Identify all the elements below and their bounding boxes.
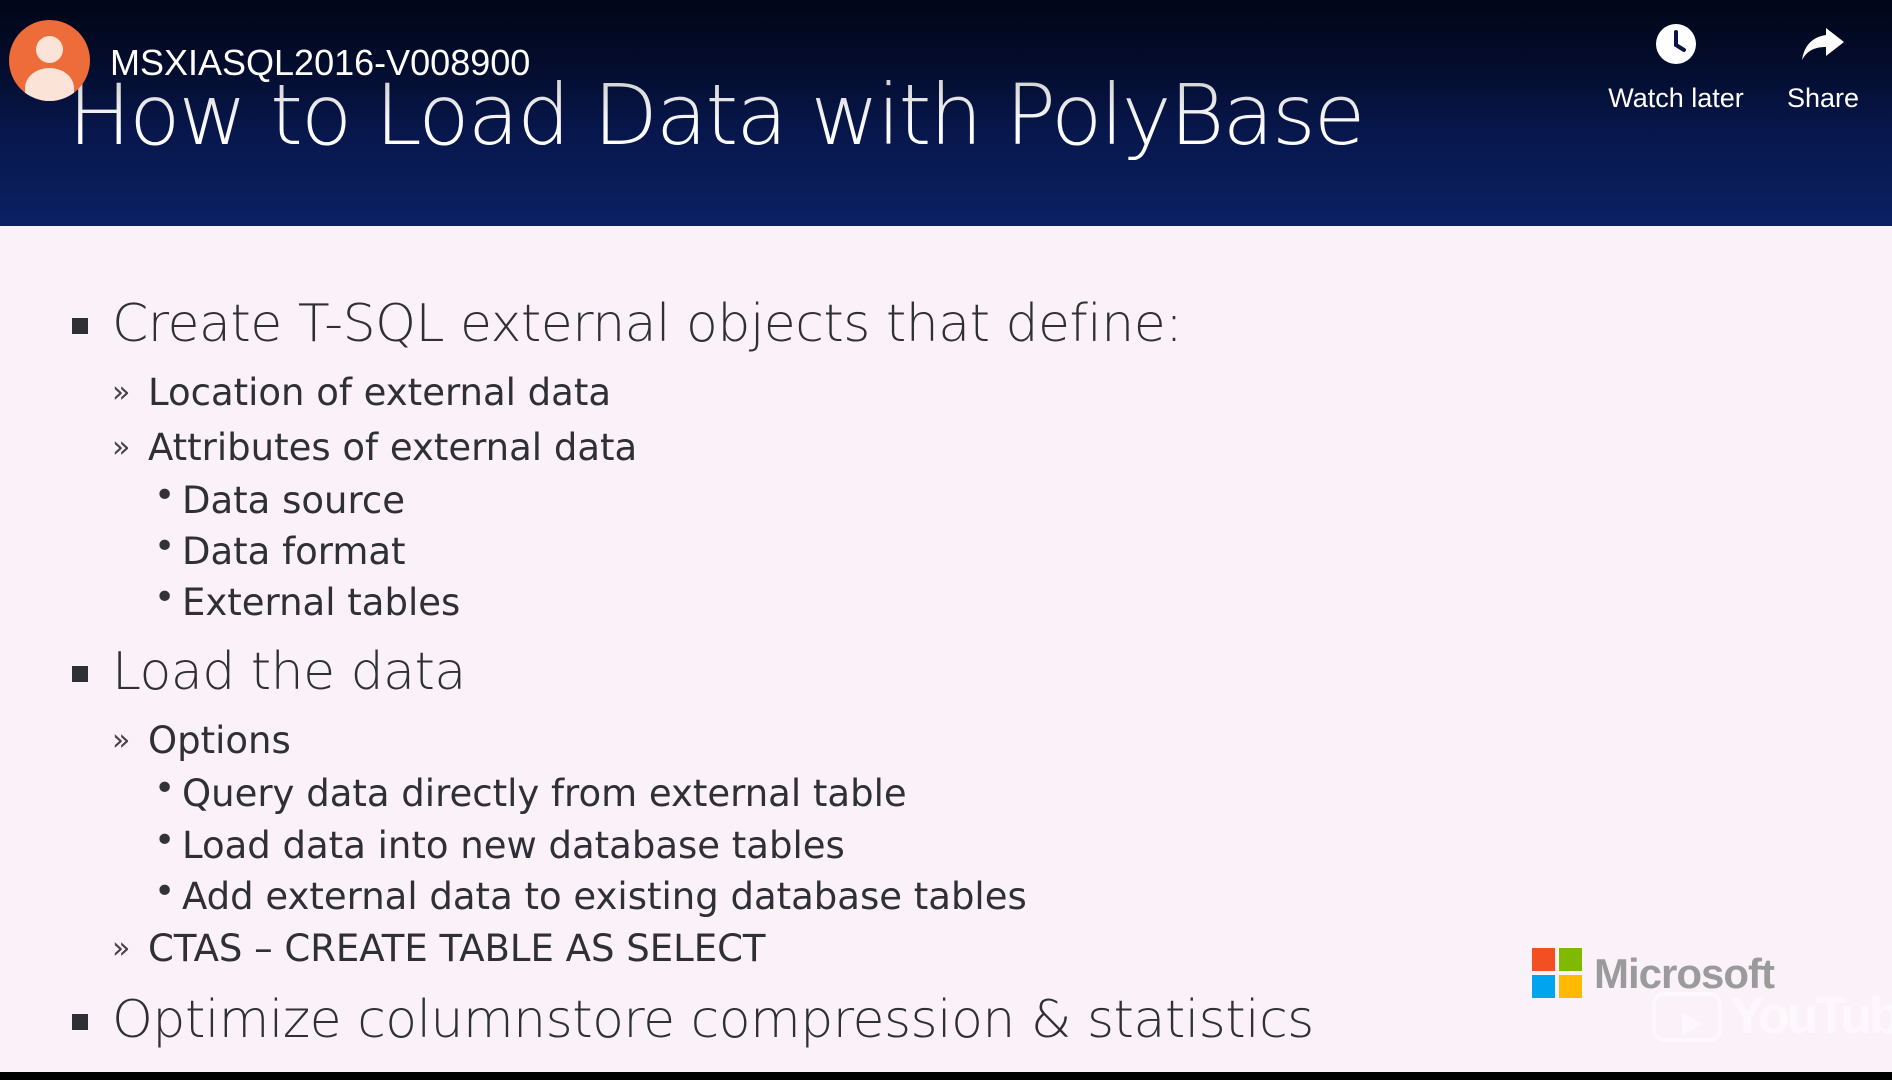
slide-body: Create T-SQL external objects that defin… xyxy=(0,226,1892,1072)
bullet-level3: • Add external data to existing database… xyxy=(154,871,1027,918)
double-chevron-bullet-icon: » xyxy=(112,375,131,410)
double-chevron-bullet-icon: » xyxy=(112,931,131,966)
double-chevron-bullet-icon: » xyxy=(112,430,131,465)
video-player[interactable]: How to Load Data with PolyBase Create T-… xyxy=(0,0,1892,1072)
video-title-link[interactable]: MSXIASQL2016-V008900 xyxy=(110,42,530,84)
channel-avatar[interactable] xyxy=(9,20,90,101)
dot-bullet-icon: • xyxy=(154,526,176,567)
player-bottom-strip xyxy=(0,1072,1892,1080)
bullet-level3: • Data format xyxy=(154,526,406,573)
bullet-level2: » Location of external data xyxy=(112,371,612,414)
microsoft-logo-icon xyxy=(1532,948,1582,998)
bullet-level3: • Data source xyxy=(154,475,405,522)
watch-later-button[interactable]: Watch later xyxy=(1603,22,1749,114)
bullet-level2: » Attributes of external data xyxy=(112,426,638,469)
bullet-level2: » CTAS – CREATE TABLE AS SELECT xyxy=(112,927,766,970)
youtube-watermark[interactable]: YouTube xyxy=(1652,987,1892,1045)
logo-square xyxy=(1532,948,1555,971)
user-avatar-icon xyxy=(36,36,63,63)
youtube-wordmark: YouTube xyxy=(1730,987,1892,1045)
logo-square xyxy=(1532,975,1555,998)
youtube-play-icon xyxy=(1652,992,1722,1042)
bullet-level3: • Load data into new database tables xyxy=(154,820,845,867)
bullet-level3: • External tables xyxy=(154,577,461,624)
square-bullet-icon xyxy=(72,1014,88,1030)
logo-square xyxy=(1559,975,1582,998)
bullet-level3: • Query data directly from external tabl… xyxy=(154,768,907,815)
dot-bullet-icon: • xyxy=(154,768,176,809)
dot-bullet-icon: • xyxy=(154,820,176,861)
dot-bullet-icon: • xyxy=(154,475,176,516)
watch-later-label: Watch later xyxy=(1608,83,1744,113)
clock-icon xyxy=(1656,24,1696,64)
double-chevron-bullet-icon: » xyxy=(112,723,131,758)
logo-square xyxy=(1559,948,1582,971)
square-bullet-icon xyxy=(72,666,88,682)
bullet-level1: Load the data xyxy=(72,642,466,702)
share-arrow-icon xyxy=(1802,28,1844,60)
share-button[interactable]: Share xyxy=(1782,22,1864,114)
dot-bullet-icon: • xyxy=(154,577,176,618)
bullet-level2: » Options xyxy=(112,719,291,762)
share-label: Share xyxy=(1786,83,1860,113)
dot-bullet-icon: • xyxy=(154,871,176,912)
square-bullet-icon xyxy=(72,318,88,334)
bullet-level1: Optimize columnstore compression & stati… xyxy=(72,990,1314,1050)
bullet-level1: Create T-SQL external objects that defin… xyxy=(72,294,1183,354)
